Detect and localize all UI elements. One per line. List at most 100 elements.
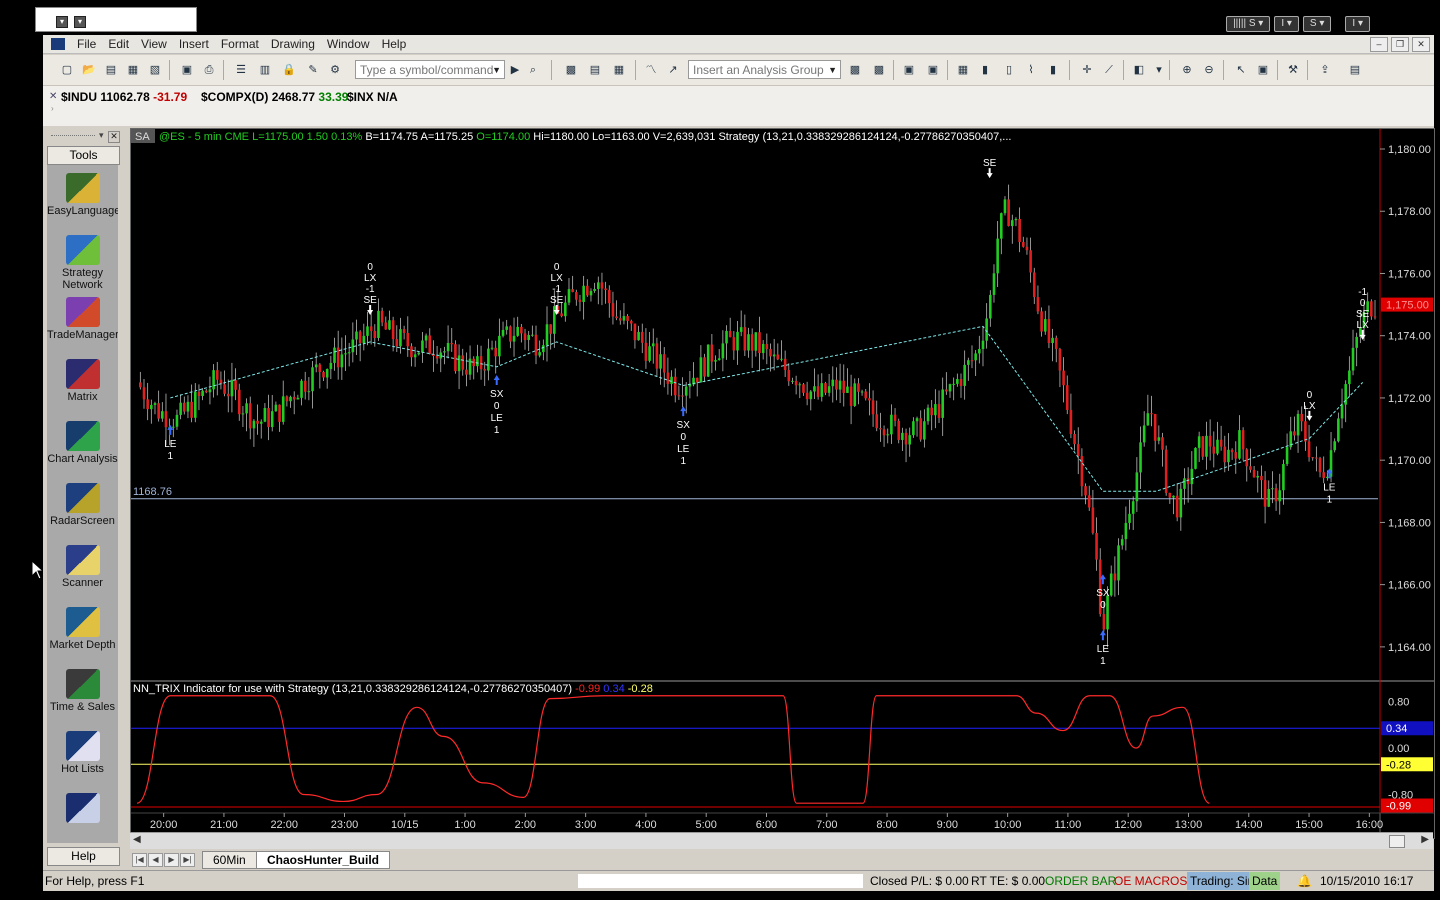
menu-help[interactable]: Help	[376, 37, 413, 51]
next-tab-icon[interactable]: ▶	[164, 853, 179, 867]
order-bar-button[interactable]: ORDER BAR	[1045, 874, 1116, 888]
scroll-right-icon[interactable]: ▶	[1421, 834, 1429, 845]
tool-matrix[interactable]: Matrix	[47, 359, 118, 403]
first-tab-icon[interactable]: |◀	[132, 853, 147, 867]
horizontal-scrollbar[interactable]: ◀ ▶	[130, 832, 1433, 849]
color-palette-icon[interactable]: ◧	[1131, 62, 1147, 78]
print-icon[interactable]: ⎙	[201, 62, 217, 78]
alert-bell-icon[interactable]: 🔔	[1297, 874, 1312, 888]
menu-format[interactable]: Format	[215, 37, 265, 51]
chevron-down-icon[interactable]: ▼	[828, 61, 837, 80]
window-switch-button[interactable]: I ▾	[1345, 16, 1370, 32]
chevron-down-icon[interactable]: ▾	[1151, 62, 1167, 78]
tool-time-sales[interactable]: Time & Sales	[47, 669, 118, 713]
last-tab-icon[interactable]: ▶|	[180, 853, 195, 867]
minimize-icon[interactable]: –	[1370, 37, 1388, 52]
line-chart-icon[interactable]: ⌇	[1023, 62, 1039, 78]
tool-trademanager[interactable]: TradeManager	[47, 297, 118, 341]
menu-edit[interactable]: Edit	[102, 37, 135, 51]
data-status-badge[interactable]: Data	[1249, 872, 1281, 890]
dropdown-icon-2[interactable]: ▾	[74, 16, 86, 28]
pointer-icon[interactable]: ↖	[1233, 62, 1249, 78]
print-preview-icon[interactable]: ▣	[179, 62, 195, 78]
tool-market-depth[interactable]: Market Depth	[47, 607, 118, 651]
candle-body	[655, 343, 659, 369]
window-switch-button[interactable]: ||||| S ▾	[1226, 16, 1271, 32]
chart-window[interactable]: 1,180.00 1,178.00 1,176.00 1,174.00 1,172.00…	[130, 128, 1435, 839]
calendar-icon[interactable]: ▦	[955, 62, 971, 78]
menu-file[interactable]: File	[71, 37, 102, 51]
trendline-icon[interactable]: ⟋	[1101, 62, 1117, 78]
ticker-inx[interactable]: $INX N/A	[347, 90, 398, 104]
analysis-group-select[interactable]: Insert an Analysis Group ▼	[688, 60, 841, 79]
tool-easylanguage[interactable]: EasyLanguage	[47, 173, 118, 217]
tool-hot-lists[interactable]: Hot Lists	[47, 731, 118, 775]
menu-window[interactable]: Window	[321, 37, 376, 51]
tool-scanner[interactable]: Scanner	[47, 545, 118, 589]
scroll-thumb[interactable]	[1389, 835, 1405, 848]
close-icon[interactable]: ✕	[1412, 37, 1430, 52]
apply-group-icon[interactable]: ▩	[847, 62, 863, 78]
play-icon[interactable]: ▶	[507, 62, 523, 78]
table-window-icon[interactable]: ▦	[611, 62, 627, 78]
list-icon[interactable]: ☰	[233, 62, 249, 78]
tool-radarscreen[interactable]: RadarScreen	[47, 483, 118, 527]
tools-header[interactable]: Tools	[47, 146, 120, 165]
restore-icon[interactable]: ❐	[1391, 37, 1409, 52]
help-button[interactable]: Help	[47, 847, 120, 866]
chevron-down-icon[interactable]: ▾	[99, 130, 104, 141]
radar-window-icon[interactable]: ▤	[587, 62, 603, 78]
top-input-box[interactable]: ▾ ▾	[35, 7, 197, 32]
disabled-window-icon[interactable]: ▤	[1347, 62, 1363, 78]
save-icon[interactable]: ▤	[103, 62, 119, 78]
close-icon[interactable]: ✕	[49, 91, 57, 102]
zoom-in-icon[interactable]: ⊕	[1179, 62, 1195, 78]
new-workspace-icon[interactable]: ▦	[125, 62, 141, 78]
close-icon[interactable]: ✕	[108, 131, 120, 143]
tools-icon[interactable]: ✎	[305, 62, 321, 78]
settings-icon[interactable]: ⚙	[327, 62, 343, 78]
export-icon[interactable]: ⇪	[1317, 62, 1333, 78]
candle-body	[1131, 501, 1135, 514]
save-group-icon[interactable]: ▩	[871, 62, 887, 78]
crosshair-icon[interactable]: ✛	[1079, 62, 1095, 78]
lock-icon[interactable]: 🔒	[281, 62, 297, 78]
scroll-left-icon[interactable]: ◀	[133, 834, 141, 845]
tool-strategy-network[interactable]: Strategy Network	[47, 235, 118, 291]
ticker-compx[interactable]: $COMPX(D) 2468.77 33.39	[201, 90, 348, 104]
strategy-icon[interactable]: ↗	[665, 62, 681, 78]
open-folder-icon[interactable]: 📂	[81, 62, 97, 78]
ticker-indu[interactable]: $INDU 11062.78 -31.79	[61, 90, 187, 104]
copy-icon[interactable]: ▧	[147, 62, 163, 78]
bar-chart-icon[interactable]: ▮	[977, 62, 993, 78]
menu-drawing[interactable]: Drawing	[265, 37, 321, 51]
search-icon[interactable]: ⌕	[525, 62, 541, 78]
menu-view[interactable]: View	[135, 37, 173, 51]
app-logo-icon[interactable]	[51, 38, 65, 50]
snap-icon[interactable]: ▣	[1255, 62, 1271, 78]
tool-more[interactable]	[47, 793, 118, 825]
price-chart[interactable]: 1,180.00 1,178.00 1,176.00 1,174.00 1,172.00…	[131, 129, 1434, 838]
candle-color-icon[interactable]: ▮	[1045, 62, 1061, 78]
window-switch-button[interactable]: S ▾	[1302, 16, 1332, 32]
oe-macros-button[interactable]: OE MACROS	[1114, 874, 1187, 888]
candlestick-icon[interactable]: ▯	[1001, 62, 1017, 78]
tab-chaoshunter-build[interactable]: ChaosHunter_Build	[256, 851, 391, 869]
new-icon[interactable]: ▢	[59, 62, 75, 78]
tool-chart-analysis[interactable]: Chart Analysis	[47, 421, 118, 465]
zoom-out-icon[interactable]: ⊖	[1201, 62, 1217, 78]
format-icon[interactable]: ▣	[901, 62, 917, 78]
chart-window-icon[interactable]: ▩	[563, 62, 579, 78]
tab-60min[interactable]: 60Min	[202, 851, 257, 869]
menu-insert[interactable]: Insert	[173, 37, 215, 51]
hammer-icon[interactable]: ⚒	[1285, 62, 1301, 78]
chevron-down-icon[interactable]: ▼	[492, 61, 501, 80]
window-layout-icon[interactable]: ▣	[925, 62, 941, 78]
prev-tab-icon[interactable]: ◀	[148, 853, 163, 867]
symbol-command-input[interactable]: Type a symbol/command ▼	[355, 60, 505, 79]
grid-icon[interactable]: ▥	[257, 62, 273, 78]
window-switch-button[interactable]: I ▾	[1274, 16, 1299, 32]
indicator-icon[interactable]: 〽	[643, 62, 659, 78]
chevron-right-icon[interactable]: ›	[51, 104, 54, 113]
dropdown-icon[interactable]: ▾	[56, 16, 68, 28]
